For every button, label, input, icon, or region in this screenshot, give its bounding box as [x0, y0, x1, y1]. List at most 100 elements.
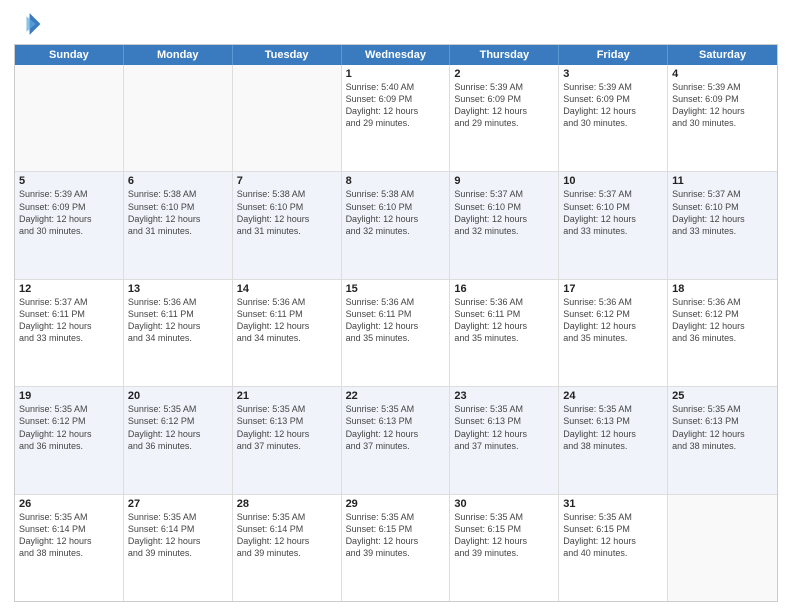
cell-info-line: Daylight: 12 hours	[128, 429, 201, 439]
header	[14, 10, 778, 38]
cell-info: Sunrise: 5:37 AM Sunset: 6:10 PM Daylight:…	[563, 188, 663, 237]
header-day-friday: Friday	[559, 45, 668, 65]
cell-info-line: Daylight: 12 hours	[563, 106, 636, 116]
day-cell-20: 20Sunrise: 5:35 AMSunset: 6:12 PMDayligh…	[124, 387, 233, 493]
cell-info: Sunrise: 5:35 AM Sunset: 6:12 PM Daylight:…	[128, 403, 228, 452]
cell-info-line: Sunrise: 5:36 AM	[454, 297, 523, 307]
cell-info-line: Sunrise: 5:36 AM	[563, 297, 632, 307]
day-number: 26	[19, 498, 119, 510]
day-number: 13	[128, 283, 228, 295]
cell-info-line: Sunset: 6:10 PM	[128, 202, 195, 212]
cell-info-line: Sunrise: 5:35 AM	[128, 404, 197, 414]
cell-info-line: Sunset: 6:12 PM	[563, 309, 630, 319]
cell-info-line: Sunset: 6:11 PM	[237, 309, 303, 319]
cell-info-line: Sunrise: 5:38 AM	[346, 189, 415, 199]
cell-info-line: Sunrise: 5:39 AM	[454, 82, 523, 92]
day-cell-17: 17Sunrise: 5:36 AMSunset: 6:12 PMDayligh…	[559, 280, 668, 386]
day-cell-9: 9Sunrise: 5:37 AMSunset: 6:10 PMDaylight…	[450, 172, 559, 278]
calendar-row-2: 5Sunrise: 5:39 AMSunset: 6:09 PMDaylight…	[15, 172, 777, 279]
cell-info-line: Daylight: 12 hours	[346, 536, 419, 546]
cell-info-line: Sunset: 6:13 PM	[454, 416, 521, 426]
header-day-monday: Monday	[124, 45, 233, 65]
cell-info-line: and 37 minutes.	[454, 441, 518, 451]
cell-info: Sunrise: 5:36 AMSunset: 6:11 PMDaylight:…	[454, 296, 554, 345]
day-number: 23	[454, 390, 554, 402]
calendar-row-3: 12Sunrise: 5:37 AMSunset: 6:11 PMDayligh…	[15, 280, 777, 387]
cell-info-line: and 36 minutes.	[19, 441, 83, 451]
cell-info-line: Sunrise: 5:37 AM	[454, 189, 523, 199]
cell-info-line: and 32 minutes.	[346, 226, 410, 236]
cell-info: Sunrise: 5:35 AMSunset: 6:13 PMDaylight:…	[454, 403, 554, 452]
cell-info-line: Sunrise: 5:35 AM	[128, 512, 197, 522]
day-number: 10	[563, 175, 663, 187]
header-day-tuesday: Tuesday	[233, 45, 342, 65]
cell-info-line: Sunrise: 5:36 AM	[672, 297, 741, 307]
cell-info-line: Daylight: 12 hours	[454, 429, 527, 439]
cell-info-line: and 38 minutes.	[563, 441, 627, 451]
cell-info-line: Sunset: 6:10 PM	[563, 202, 630, 212]
cell-info: Sunrise: 5:37 AMSunset: 6:10 PMDaylight:…	[672, 188, 773, 237]
cell-info-line: Sunrise: 5:35 AM	[454, 512, 523, 522]
cell-info-line: Daylight: 12 hours	[19, 321, 92, 331]
empty-cell	[124, 65, 233, 171]
cell-info: Sunrise: 5:35 AMSunset: 6:13 PMDaylight:…	[563, 403, 663, 452]
day-cell-27: 27Sunrise: 5:35 AMSunset: 6:14 PMDayligh…	[124, 495, 233, 601]
cell-info-line: Daylight: 12 hours	[346, 321, 419, 331]
cell-info-line: and 33 minutes.	[672, 226, 736, 236]
cell-info-line: Daylight: 12 hours	[563, 214, 636, 224]
cell-info: Sunrise: 5:35 AMSunset: 6:14 PMDaylight:…	[237, 511, 337, 560]
cell-info: Sunrise: 5:37 AM Sunset: 6:11 PM Daylight:…	[19, 296, 119, 345]
cell-info-line: Daylight: 12 hours	[454, 106, 527, 116]
cell-info-line: Sunset: 6:13 PM	[672, 416, 739, 426]
cell-info-line: and 33 minutes.	[563, 226, 627, 236]
day-cell-22: 22Sunrise: 5:35 AMSunset: 6:13 PMDayligh…	[342, 387, 451, 493]
cell-info-line: and 35 minutes.	[346, 333, 410, 343]
cell-info: Sunrise: 5:35 AMSunset: 6:13 PMDaylight:…	[672, 403, 773, 452]
cell-info: Sunrise: 5:35 AMSunset: 6:13 PMDaylight:…	[346, 403, 446, 452]
cell-info: Sunrise: 5:35 AMSunset: 6:14 PMDaylight:…	[128, 511, 228, 560]
cell-info-line: Daylight: 12 hours	[346, 429, 419, 439]
cell-info-line: Sunrise: 5:37 AM	[19, 297, 88, 307]
cell-info: Sunrise: 5:35 AMSunset: 6:14 PMDaylight:…	[19, 511, 119, 560]
day-number: 3	[563, 68, 663, 80]
day-number: 24	[563, 390, 663, 402]
cell-info-line: and 36 minutes.	[128, 441, 192, 451]
cell-info-line: Daylight: 12 hours	[563, 321, 636, 331]
cell-info-line: Sunrise: 5:39 AM	[672, 82, 741, 92]
cell-info-line: Sunset: 6:09 PM	[19, 202, 86, 212]
day-number: 7	[237, 175, 337, 187]
day-cell-29: 29Sunrise: 5:35 AMSunset: 6:15 PMDayligh…	[342, 495, 451, 601]
day-cell-5: 5Sunrise: 5:39 AMSunset: 6:09 PMDaylight…	[15, 172, 124, 278]
cell-info: Sunrise: 5:36 AMSunset: 6:11 PMDaylight:…	[128, 296, 228, 345]
cell-info-line: Sunrise: 5:35 AM	[346, 404, 415, 414]
cell-info-line: and 40 minutes.	[563, 548, 627, 558]
cell-info-line: Sunset: 6:12 PM	[128, 416, 195, 426]
cell-info-line: Sunset: 6:09 PM	[563, 94, 630, 104]
cell-info-line: Sunset: 6:09 PM	[672, 94, 739, 104]
day-number: 18	[672, 283, 773, 295]
cell-info-line: Sunrise: 5:37 AM	[563, 189, 632, 199]
cell-info: Sunrise: 5:39 AMSunset: 6:09 PMDaylight:…	[454, 81, 554, 130]
cell-info-line: Sunset: 6:11 PM	[19, 309, 85, 319]
cell-info-line: and 38 minutes.	[19, 548, 83, 558]
cell-info-line: Sunset: 6:09 PM	[346, 94, 413, 104]
cell-info-line: and 33 minutes.	[19, 333, 83, 343]
cell-info: Sunrise: 5:37 AMSunset: 6:10 PMDaylight:…	[454, 188, 554, 237]
cell-info-line: Daylight: 12 hours	[563, 429, 636, 439]
cell-info: Sunrise: 5:36 AMSunset: 6:12 PMDaylight:…	[672, 296, 773, 345]
cell-info-line: Sunrise: 5:37 AM	[672, 189, 741, 199]
cell-info: Sunrise: 5:35 AMSunset: 6:13 PMDaylight:…	[237, 403, 337, 452]
cell-info-line: Sunset: 6:11 PM	[346, 309, 412, 319]
cell-info-line: Sunrise: 5:35 AM	[19, 512, 88, 522]
day-number: 21	[237, 390, 337, 402]
calendar-body: 1Sunrise: 5:40 AMSunset: 6:09 PMDaylight…	[15, 65, 777, 601]
day-number: 4	[672, 68, 773, 80]
cell-info-line: Daylight: 12 hours	[672, 106, 745, 116]
cell-info-line: Daylight: 12 hours	[454, 536, 527, 546]
cell-info-line: Sunrise: 5:35 AM	[672, 404, 741, 414]
day-number: 8	[346, 175, 446, 187]
cell-info-line: Daylight: 12 hours	[128, 536, 201, 546]
cell-info-line: Sunrise: 5:35 AM	[563, 404, 632, 414]
cell-info-line: and 30 minutes.	[672, 118, 736, 128]
cell-info-line: Daylight: 12 hours	[672, 321, 745, 331]
